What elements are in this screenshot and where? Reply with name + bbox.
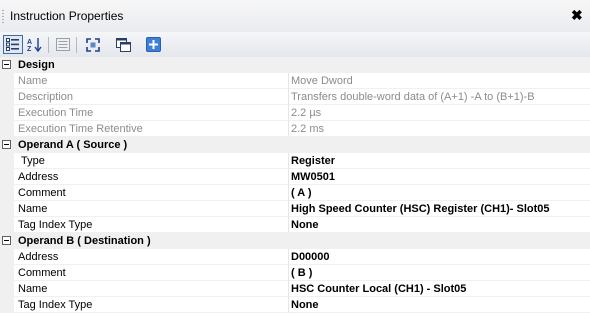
property-row[interactable]: Address D00000: [0, 249, 590, 265]
category-design[interactable]: Design: [0, 57, 590, 73]
row-margin: [0, 249, 14, 265]
row-margin: [0, 121, 14, 137]
add-button[interactable]: [143, 35, 163, 54]
properties-window-button[interactable]: [113, 35, 133, 54]
property-name: Comment: [18, 187, 66, 199]
category-title: Operand A ( Source ): [18, 139, 128, 151]
property-value[interactable]: MW0501: [291, 169, 335, 185]
property-row[interactable]: Description Transfers double-word data o…: [0, 89, 590, 105]
alphabetical-sort-button[interactable]: A Z: [25, 35, 45, 54]
property-value[interactable]: None: [291, 297, 319, 313]
svg-text:A: A: [27, 39, 32, 46]
toolbar-separator: [48, 37, 49, 53]
collapse-icon[interactable]: [2, 60, 11, 69]
property-name: Name: [18, 75, 48, 87]
toolbar-separator: [76, 37, 77, 53]
property-value: 2.2 µs: [291, 107, 322, 119]
category-title: Operand B ( Destination ): [18, 235, 151, 247]
property-row[interactable]: Type Register: [0, 153, 590, 169]
row-margin: [0, 297, 14, 313]
panel-title: Instruction Properties: [10, 9, 124, 23]
property-row[interactable]: Tag Index Type None: [0, 217, 590, 233]
row-margin: [0, 153, 14, 169]
property-grid-toolbar: A Z: [0, 32, 590, 58]
column-divider: [288, 73, 289, 89]
property-name: Type: [21, 155, 45, 167]
column-divider: [288, 265, 289, 281]
row-margin: [0, 89, 14, 105]
column-divider: [288, 185, 289, 201]
column-divider: [288, 89, 289, 105]
property-value[interactable]: HSC Counter Local (CH1) - Slot05: [291, 281, 466, 297]
collapse-icon[interactable]: [2, 236, 11, 245]
column-divider: [288, 169, 289, 185]
property-value[interactable]: D00000: [291, 249, 330, 265]
property-row[interactable]: Name Move Dword: [0, 73, 590, 89]
column-divider: [288, 105, 289, 121]
column-divider: [288, 201, 289, 217]
svg-text:Z: Z: [27, 46, 32, 52]
property-name: Address: [18, 251, 59, 263]
column-divider: [288, 153, 289, 169]
property-name: Name: [18, 203, 48, 215]
panel-title-bar: Instruction Properties ✖: [0, 0, 590, 33]
property-row[interactable]: Name High Speed Counter (HSC) Register (…: [0, 201, 590, 217]
property-value[interactable]: None: [291, 217, 319, 233]
column-divider: [288, 249, 289, 265]
categorized-view-button[interactable]: [3, 35, 23, 54]
property-row[interactable]: Comment ( A ): [0, 185, 590, 201]
row-margin: [0, 169, 14, 185]
property-row[interactable]: Name HSC Counter Local (CH1) - Slot05: [0, 281, 590, 297]
property-value[interactable]: ( B ): [291, 265, 312, 281]
property-row[interactable]: Execution Time Retentive 2.2 ms: [0, 121, 590, 137]
category-title: Design: [18, 59, 55, 71]
column-divider: [288, 217, 289, 233]
property-value[interactable]: Register: [291, 153, 335, 169]
property-name: Address: [18, 171, 59, 183]
alphabetical-sort-icon: A Z: [27, 38, 42, 52]
property-name: Tag Index Type: [18, 299, 93, 311]
property-value: Move Dword: [291, 75, 353, 87]
property-grid: Design Name Move Dword Description Trans…: [0, 57, 590, 313]
column-divider: [288, 281, 289, 297]
drag-grip[interactable]: [2, 9, 4, 23]
row-margin: [0, 281, 14, 297]
property-pages-icon: [56, 38, 70, 51]
row-margin: [0, 185, 14, 201]
row-margin: [0, 105, 14, 121]
row-margin: [0, 217, 14, 233]
column-divider: [288, 121, 289, 137]
property-row[interactable]: Address MW0501: [0, 169, 590, 185]
category-operand-b[interactable]: Operand B ( Destination ): [0, 233, 590, 249]
add-icon: [145, 37, 161, 52]
property-name: Description: [18, 91, 74, 103]
property-name: Execution Time Retentive: [18, 123, 143, 135]
property-pages-button[interactable]: [53, 35, 73, 54]
property-name: Tag Index Type: [18, 219, 93, 231]
properties-window-icon: [115, 37, 131, 52]
property-value[interactable]: High Speed Counter (HSC) Register (CH1)-…: [291, 201, 550, 217]
row-margin: [0, 265, 14, 281]
property-row[interactable]: Tag Index Type None: [0, 297, 590, 313]
collapse-icon[interactable]: [2, 140, 11, 149]
row-margin: [0, 73, 14, 89]
column-divider: [288, 297, 289, 313]
property-row[interactable]: Comment ( B ): [0, 265, 590, 281]
row-margin: [0, 201, 14, 217]
expand-all-button[interactable]: [83, 35, 103, 54]
expand-all-icon: [86, 37, 100, 52]
close-icon[interactable]: ✖: [571, 7, 583, 24]
categorized-view-icon: [6, 38, 19, 51]
property-value: 2.2 ms: [291, 123, 325, 135]
property-value: Transfers double-word data of (A+1) -A t…: [291, 91, 535, 103]
property-name: Execution Time: [18, 107, 94, 119]
category-operand-a[interactable]: Operand A ( Source ): [0, 137, 590, 153]
property-row[interactable]: Execution Time 2.2 µs: [0, 105, 590, 121]
property-name: Comment: [18, 267, 66, 279]
property-name: Name: [18, 283, 48, 295]
property-value[interactable]: ( A ): [291, 185, 312, 201]
